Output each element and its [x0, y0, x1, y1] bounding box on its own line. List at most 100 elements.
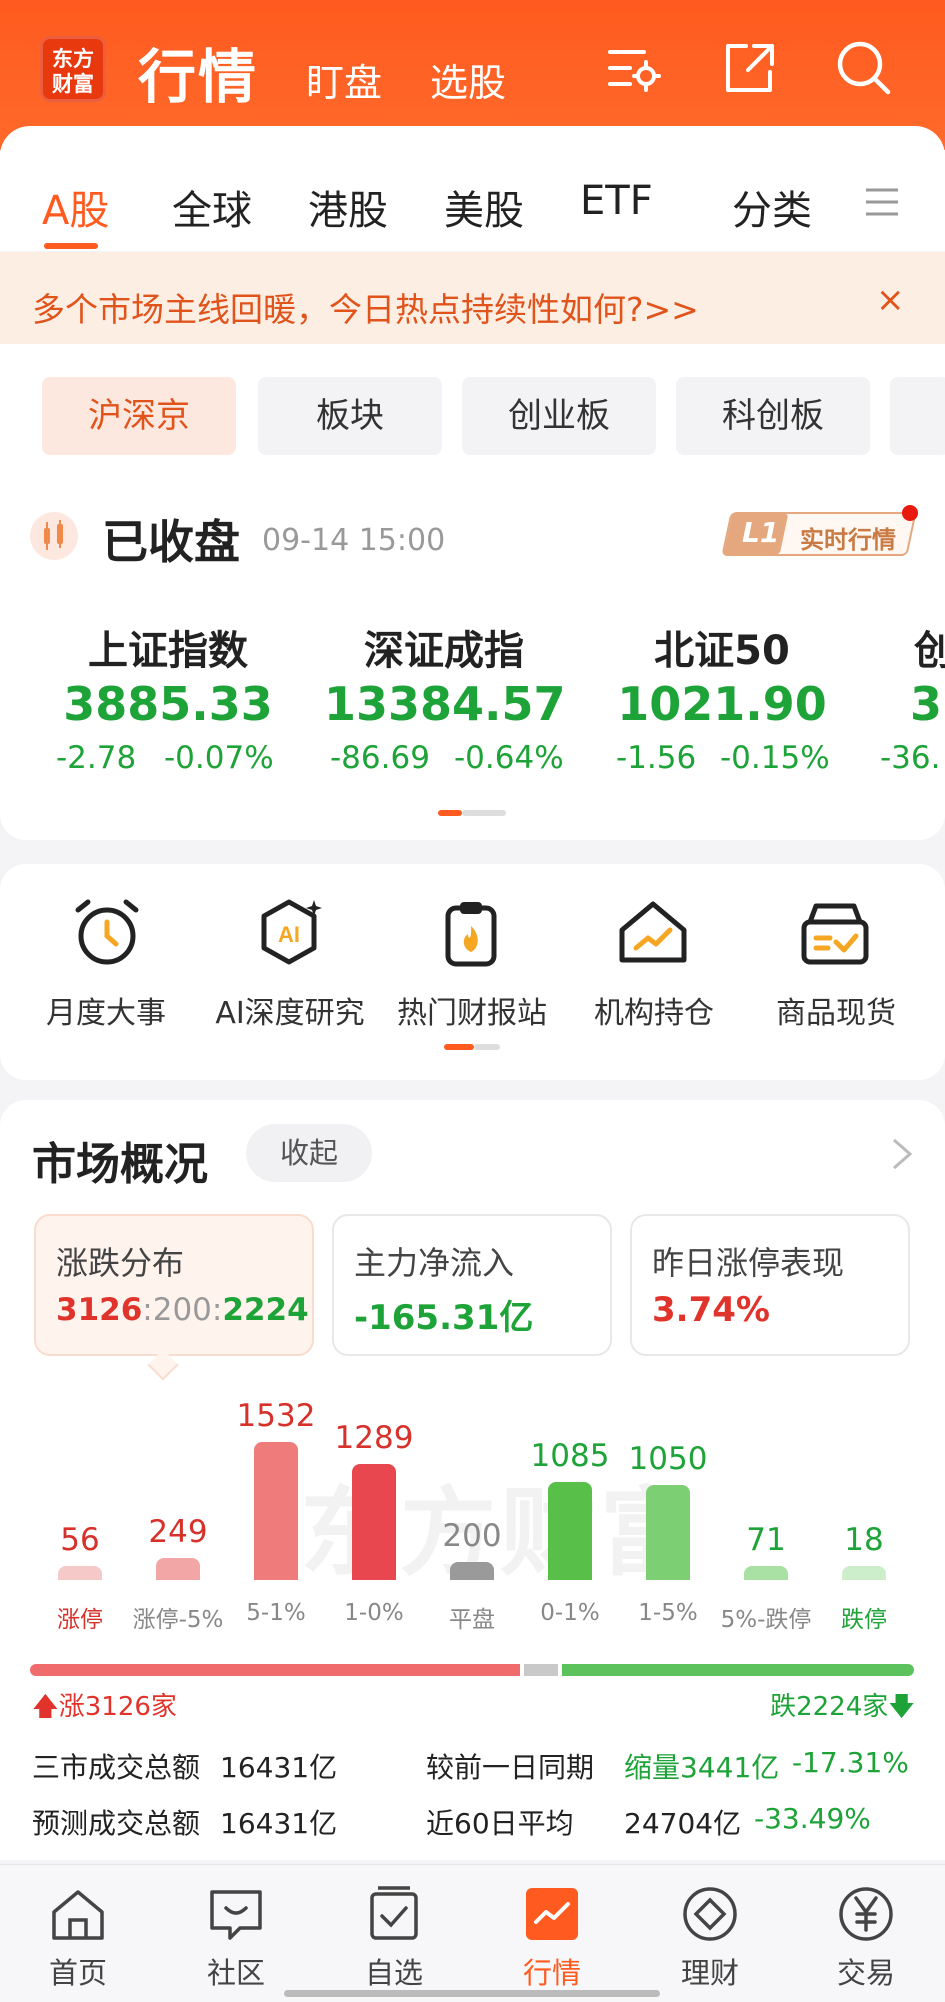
up-count: 3126 — [56, 1292, 143, 1328]
chart-bar — [254, 1442, 298, 1580]
bar-value-label: 18 — [844, 1522, 884, 1558]
chart-bar — [58, 1566, 102, 1580]
chart-bar — [646, 1485, 690, 1580]
chip-more[interactable] — [890, 377, 945, 455]
tool-label[interactable]: AI深度研究 — [200, 988, 380, 1032]
index-value[interactable]: 1021.90 — [602, 677, 842, 731]
nav-trade[interactable]: 交易 — [806, 1950, 926, 1992]
chip-hs-bj[interactable]: 沪深京 — [42, 377, 236, 455]
market-chart-icon[interactable] — [522, 1884, 582, 1944]
chat-icon[interactable] — [206, 1884, 266, 1944]
tab-etf[interactable]: ETF — [580, 178, 653, 224]
logo-line1: 东方 — [52, 47, 94, 71]
ratio-down-bar — [562, 1664, 914, 1676]
tab-stock-picker[interactable]: 选股 — [430, 52, 506, 107]
favorite-check-icon[interactable] — [364, 1884, 424, 1944]
chart-bar — [450, 1561, 494, 1580]
tool-label[interactable]: 热门财报站 — [382, 988, 562, 1032]
clipboard-fire-icon[interactable] — [434, 896, 508, 970]
chip-chinext[interactable]: 创业板 — [462, 377, 656, 455]
bar-value-label: 71 — [746, 1522, 786, 1558]
menu-icon[interactable] — [864, 184, 900, 220]
chart-bar — [156, 1557, 200, 1580]
nav-market[interactable]: 行情 — [492, 1950, 612, 1992]
nav-watchlist[interactable]: 自选 — [334, 1950, 454, 1992]
bar-value-label: 56 — [60, 1522, 100, 1558]
tab-a-shares[interactable]: A股 — [42, 178, 109, 236]
tab-global[interactable]: 全球 — [172, 178, 252, 236]
page-title: 行情 — [138, 43, 259, 111]
index-change: -36. — [880, 740, 941, 776]
collapse-button[interactable]: 收起 — [246, 1124, 372, 1182]
index-name[interactable]: 上证指数 — [68, 618, 268, 676]
close-icon[interactable]: × — [876, 280, 905, 320]
search-icon[interactable] — [834, 38, 894, 98]
bar-value-label: 1050 — [628, 1441, 708, 1478]
svg-text:AI: AI — [278, 922, 300, 947]
alarm-clock-icon[interactable] — [70, 896, 144, 970]
down-total: 跌2224家🡇 — [770, 1686, 915, 1732]
bar-value-label: 249 — [148, 1513, 208, 1550]
tab-category[interactable]: 分类 — [732, 178, 812, 236]
tool-label[interactable]: 月度大事 — [16, 988, 196, 1032]
index-value[interactable]: 32 — [910, 677, 945, 731]
tool-label[interactable]: 商品现货 — [746, 988, 926, 1032]
candlestick-icon — [30, 512, 78, 560]
nav-wealth[interactable]: 理财 — [650, 1950, 770, 1992]
l1-badge-text: 实时行情 — [800, 526, 896, 554]
chevron-right-icon[interactable] — [890, 1136, 914, 1172]
home-indicator — [284, 1990, 660, 1997]
card-label: 主力净流入 — [354, 1244, 515, 1282]
notification-dot — [902, 505, 918, 521]
index-name[interactable]: 北证50 — [622, 618, 822, 676]
home-icon[interactable] — [48, 1884, 108, 1944]
card-value: 3.74% — [652, 1290, 770, 1330]
ai-hexagon-icon[interactable]: AI — [252, 896, 326, 970]
card-label: 涨跌分布 — [56, 1244, 185, 1282]
banner-text[interactable]: 多个市场主线回暖，今日热点持续性如何?>> — [32, 283, 699, 331]
index-value[interactable]: 13384.57 — [324, 677, 566, 731]
l1-label: L1 — [742, 516, 780, 549]
settings-list-icon[interactable] — [604, 38, 664, 98]
chip-star[interactable]: 科创板 — [676, 377, 870, 455]
index-name[interactable]: 创 — [914, 618, 945, 676]
card-limit-up-performance[interactable]: 昨日涨停表现 3.74% — [630, 1214, 910, 1356]
stat-value: 24704亿 — [624, 1807, 742, 1840]
share-icon[interactable] — [720, 38, 780, 98]
index-pct: -0.07% — [164, 740, 274, 776]
card-main-inflow[interactable]: 主力净流入 -165.31亿 — [332, 1214, 612, 1356]
card-distribution[interactable]: 涨跌分布 3126:200:2224 — [34, 1214, 314, 1356]
ratio-flat-bar — [524, 1664, 558, 1676]
nav-community[interactable]: 社区 — [176, 1950, 296, 1992]
stat-value: 缩量3441亿 — [624, 1751, 780, 1784]
down-total-text: 跌2224家 — [770, 1692, 889, 1722]
stat-label: 三市成交总额 — [32, 1751, 201, 1784]
card-label: 昨日涨停表现 — [652, 1244, 845, 1282]
market-time: 09-14 15:00 — [262, 523, 446, 558]
separator: : — [211, 1292, 223, 1328]
arrow-down-icon: 🡇 — [888, 1692, 915, 1722]
nav-home[interactable]: 首页 — [18, 1950, 138, 1992]
up-total: 🡅涨3126家 — [32, 1686, 177, 1732]
bar-value-label: 200 — [442, 1517, 502, 1554]
house-chart-icon[interactable] — [616, 896, 690, 970]
flat-count: 200 — [152, 1292, 212, 1328]
tab-us[interactable]: 美股 — [444, 178, 524, 236]
stat-label: 近60日平均 — [426, 1807, 574, 1840]
chip-sector[interactable]: 板块 — [258, 377, 442, 455]
logo-line2: 财富 — [52, 72, 94, 96]
index-pct: -0.64% — [454, 740, 564, 776]
diamond-icon[interactable] — [680, 1884, 740, 1944]
yen-icon[interactable] — [836, 1884, 896, 1944]
stat-pct: -17.31% — [792, 1746, 909, 1779]
index-name[interactable]: 深证成指 — [344, 618, 544, 676]
down-count: 2224 — [222, 1292, 309, 1328]
tab-hk[interactable]: 港股 — [308, 178, 388, 236]
chart-bar — [352, 1463, 396, 1580]
tab-watch[interactable]: 盯盘 — [306, 52, 382, 107]
box-check-icon[interactable] — [798, 896, 872, 970]
tool-label[interactable]: 机构持仓 — [564, 988, 744, 1032]
separator: : — [142, 1292, 153, 1328]
app-logo[interactable]: 东方 财富 — [40, 36, 106, 102]
index-value[interactable]: 3885.33 — [48, 677, 288, 731]
